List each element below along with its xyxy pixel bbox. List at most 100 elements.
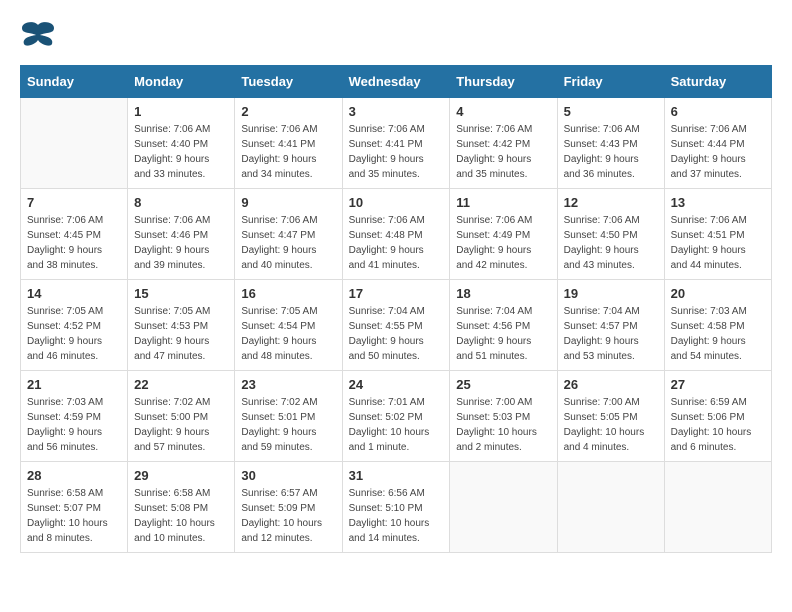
day-number: 25	[456, 377, 550, 392]
day-info: Sunrise: 6:56 AMSunset: 5:10 PMDaylight:…	[349, 486, 444, 546]
day-info: Sunrise: 7:06 AMSunset: 4:44 PMDaylight:…	[671, 122, 765, 182]
day-number: 22	[134, 377, 228, 392]
calendar-cell: 26 Sunrise: 7:00 AMSunset: 5:05 PMDayligh…	[557, 371, 664, 462]
calendar-cell: 30 Sunrise: 6:57 AMSunset: 5:09 PMDayligh…	[235, 462, 342, 553]
calendar-cell: 11 Sunrise: 7:06 AMSunset: 4:49 PMDayligh…	[450, 189, 557, 280]
day-info: Sunrise: 6:59 AMSunset: 5:06 PMDaylight:…	[671, 395, 765, 455]
calendar-cell: 8 Sunrise: 7:06 AMSunset: 4:46 PMDaylight…	[128, 189, 235, 280]
day-info: Sunrise: 7:04 AMSunset: 4:56 PMDaylight:…	[456, 304, 550, 364]
day-number: 29	[134, 468, 228, 483]
day-number: 23	[241, 377, 335, 392]
day-number: 30	[241, 468, 335, 483]
calendar-cell: 5 Sunrise: 7:06 AMSunset: 4:43 PMDaylight…	[557, 98, 664, 189]
calendar-cell: 14 Sunrise: 7:05 AMSunset: 4:52 PMDayligh…	[21, 280, 128, 371]
calendar-cell: 23Sunrise: 7:02 AMSunset: 5:01 PMDayligh…	[235, 371, 342, 462]
day-number: 9	[241, 195, 335, 210]
day-number: 26	[564, 377, 658, 392]
calendar-cell: 17 Sunrise: 7:04 AMSunset: 4:55 PMDayligh…	[342, 280, 450, 371]
day-number: 14	[27, 286, 121, 301]
day-info: Sunrise: 6:58 AMSunset: 5:08 PMDaylight:…	[134, 486, 228, 546]
day-info: Sunrise: 7:04 AMSunset: 4:55 PMDaylight:…	[349, 304, 444, 364]
calendar-cell: 27Sunrise: 6:59 AMSunset: 5:06 PMDayligh…	[664, 371, 771, 462]
day-info: Sunrise: 7:06 AMSunset: 4:47 PMDaylight:…	[241, 213, 335, 273]
week-row-3: 14 Sunrise: 7:05 AMSunset: 4:52 PMDayligh…	[21, 280, 772, 371]
week-row-4: 21 Sunrise: 7:03 AMSunset: 4:59 PMDayligh…	[21, 371, 772, 462]
day-number: 10	[349, 195, 444, 210]
calendar-cell: 2Sunrise: 7:06 AMSunset: 4:41 PMDaylight…	[235, 98, 342, 189]
calendar-cell	[557, 462, 664, 553]
calendar-cell: 12 Sunrise: 7:06 AMSunset: 4:50 PMDayligh…	[557, 189, 664, 280]
page-header	[20, 20, 772, 55]
day-number: 21	[27, 377, 121, 392]
day-number: 28	[27, 468, 121, 483]
day-info: Sunrise: 7:05 AMSunset: 4:54 PMDaylight:…	[241, 304, 335, 364]
day-number: 15	[134, 286, 228, 301]
day-info: Sunrise: 7:06 AMSunset: 4:46 PMDaylight:…	[134, 213, 228, 273]
logo-bird-icon	[20, 20, 56, 55]
calendar-cell	[664, 462, 771, 553]
day-number: 18	[456, 286, 550, 301]
calendar-cell: 19Sunrise: 7:04 AMSunset: 4:57 PMDayligh…	[557, 280, 664, 371]
day-info: Sunrise: 6:58 AMSunset: 5:07 PMDaylight:…	[27, 486, 121, 546]
day-headers-row: SundayMondayTuesdayWednesdayThursdayFrid…	[21, 66, 772, 98]
day-number: 17	[349, 286, 444, 301]
day-number: 16	[241, 286, 335, 301]
day-number: 20	[671, 286, 765, 301]
day-number: 7	[27, 195, 121, 210]
day-info: Sunrise: 7:00 AMSunset: 5:05 PMDaylight:…	[564, 395, 658, 455]
calendar-cell: 21 Sunrise: 7:03 AMSunset: 4:59 PMDayligh…	[21, 371, 128, 462]
calendar-cell: 6 Sunrise: 7:06 AMSunset: 4:44 PMDaylight…	[664, 98, 771, 189]
day-number: 24	[349, 377, 444, 392]
calendar-cell	[21, 98, 128, 189]
day-info: Sunrise: 7:00 AMSunset: 5:03 PMDaylight:…	[456, 395, 550, 455]
calendar-cell: 9 Sunrise: 7:06 AMSunset: 4:47 PMDaylight…	[235, 189, 342, 280]
day-number: 8	[134, 195, 228, 210]
day-number: 31	[349, 468, 444, 483]
calendar-cell	[450, 462, 557, 553]
day-info: Sunrise: 7:06 AMSunset: 4:49 PMDaylight:…	[456, 213, 550, 273]
day-info: Sunrise: 7:06 AMSunset: 4:40 PMDaylight:…	[134, 122, 228, 182]
day-info: Sunrise: 7:03 AMSunset: 4:58 PMDaylight:…	[671, 304, 765, 364]
day-info: Sunrise: 7:05 AMSunset: 4:52 PMDaylight:…	[27, 304, 121, 364]
week-row-1: 1 Sunrise: 7:06 AMSunset: 4:40 PMDaylight…	[21, 98, 772, 189]
calendar-cell: 20 Sunrise: 7:03 AMSunset: 4:58 PMDayligh…	[664, 280, 771, 371]
day-header-wednesday: Wednesday	[342, 66, 450, 98]
calendar-cell: 29 Sunrise: 6:58 AMSunset: 5:08 PMDayligh…	[128, 462, 235, 553]
day-number: 5	[564, 104, 658, 119]
day-number: 6	[671, 104, 765, 119]
day-info: Sunrise: 6:57 AMSunset: 5:09 PMDaylight:…	[241, 486, 335, 546]
calendar-cell: 3 Sunrise: 7:06 AMSunset: 4:41 PMDaylight…	[342, 98, 450, 189]
logo	[20, 20, 60, 55]
day-info: Sunrise: 7:04 AMSunset: 4:57 PMDaylight:…	[564, 304, 658, 364]
day-info: Sunrise: 7:06 AMSunset: 4:41 PMDaylight:…	[349, 122, 444, 182]
day-info: Sunrise: 7:06 AMSunset: 4:42 PMDaylight:…	[456, 122, 550, 182]
calendar-cell: 13Sunrise: 7:06 AMSunset: 4:51 PMDayligh…	[664, 189, 771, 280]
calendar-cell: 1 Sunrise: 7:06 AMSunset: 4:40 PMDaylight…	[128, 98, 235, 189]
day-number: 11	[456, 195, 550, 210]
day-info: Sunrise: 7:06 AMSunset: 4:50 PMDaylight:…	[564, 213, 658, 273]
calendar-cell: 24Sunrise: 7:01 AMSunset: 5:02 PMDayligh…	[342, 371, 450, 462]
day-info: Sunrise: 7:06 AMSunset: 4:43 PMDaylight:…	[564, 122, 658, 182]
day-info: Sunrise: 7:02 AMSunset: 5:00 PMDaylight:…	[134, 395, 228, 455]
day-number: 12	[564, 195, 658, 210]
calendar-cell: 7 Sunrise: 7:06 AMSunset: 4:45 PMDaylight…	[21, 189, 128, 280]
calendar-cell: 10 Sunrise: 7:06 AMSunset: 4:48 PMDayligh…	[342, 189, 450, 280]
day-header-sunday: Sunday	[21, 66, 128, 98]
calendar-cell: 28 Sunrise: 6:58 AMSunset: 5:07 PMDayligh…	[21, 462, 128, 553]
calendar-cell: 18 Sunrise: 7:04 AMSunset: 4:56 PMDayligh…	[450, 280, 557, 371]
day-number: 3	[349, 104, 444, 119]
day-header-thursday: Thursday	[450, 66, 557, 98]
day-info: Sunrise: 7:06 AMSunset: 4:51 PMDaylight:…	[671, 213, 765, 273]
day-number: 1	[134, 104, 228, 119]
day-number: 2	[241, 104, 335, 119]
day-info: Sunrise: 7:03 AMSunset: 4:59 PMDaylight:…	[27, 395, 121, 455]
day-number: 4	[456, 104, 550, 119]
calendar-cell: 15Sunrise: 7:05 AMSunset: 4:53 PMDayligh…	[128, 280, 235, 371]
calendar-cell: 22 Sunrise: 7:02 AMSunset: 5:00 PMDayligh…	[128, 371, 235, 462]
day-info: Sunrise: 7:06 AMSunset: 4:48 PMDaylight:…	[349, 213, 444, 273]
day-header-monday: Monday	[128, 66, 235, 98]
week-row-5: 28 Sunrise: 6:58 AMSunset: 5:07 PMDayligh…	[21, 462, 772, 553]
calendar-cell: 16 Sunrise: 7:05 AMSunset: 4:54 PMDayligh…	[235, 280, 342, 371]
day-info: Sunrise: 7:06 AMSunset: 4:45 PMDaylight:…	[27, 213, 121, 273]
day-header-friday: Friday	[557, 66, 664, 98]
